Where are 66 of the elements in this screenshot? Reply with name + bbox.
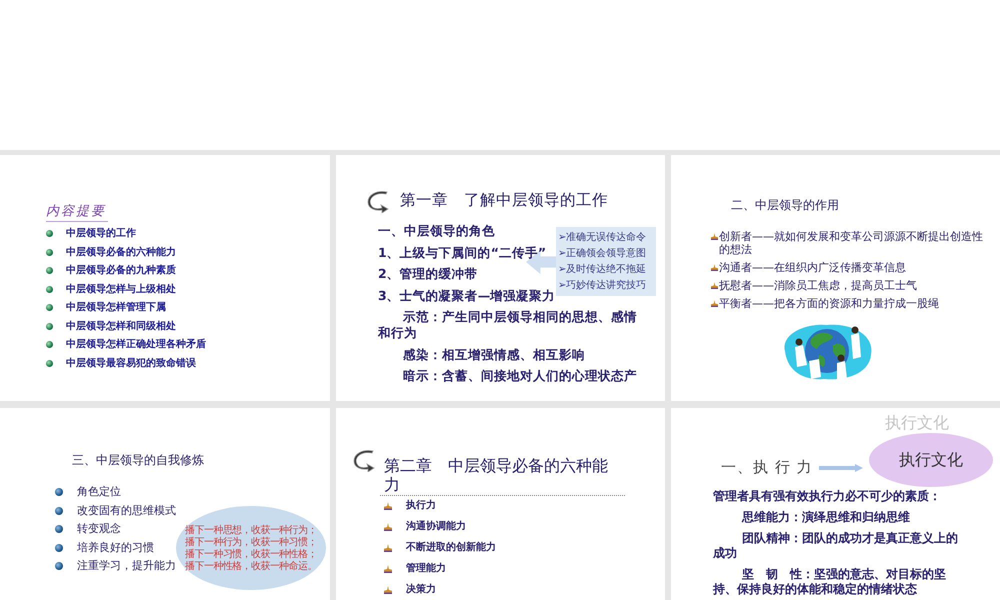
note-text: 播下一种行为，收获一种习惯； [185, 536, 317, 548]
list-item: 创新者——就如何发展和变革公司源源不断提出创造性的想法 [719, 230, 984, 256]
list-item: 注重学习，提升能力 [77, 559, 176, 574]
slide-text: 感染：相互增强情感、相互影响 [402, 346, 585, 362]
slide-text: 示范：产生同中层领导相同的思想、感情和行为 [378, 309, 638, 341]
slide-heading: 二、中层领导的作用 [730, 197, 840, 214]
curved-arrow-icon [352, 450, 376, 472]
pin-bullet-icon [384, 522, 392, 530]
list-item: 培养良好的习惯 [77, 540, 154, 555]
list-item: 中层领导怎样和同级相处 [66, 320, 176, 332]
pin-bullet-icon [384, 544, 392, 552]
slide-thumbnail[interactable] [671, 155, 1000, 401]
slide-thumbnail[interactable] [0, 155, 330, 401]
slide-text: 暗示：含蓄、间接地对人们的心理状态产 [402, 368, 637, 384]
pin-bullet-icon [711, 264, 718, 271]
list-item: 决策力 [406, 584, 436, 595]
pin-bullet-icon [711, 233, 718, 240]
slide-heading: 一、执 行 力 [721, 458, 813, 477]
curved-arrow-icon [366, 191, 390, 213]
list-item: 平衡者——把各方面的资源和力量拧成一股绳 [719, 297, 940, 310]
list-item: 抚慰者——消除员工焦虑，提高员工士气 [719, 279, 918, 292]
list-item: 中层领导必备的六种能力 [66, 246, 176, 258]
list-item: 中层领导最容易犯的致命错误 [66, 358, 196, 368]
list-item: 中层领导怎样管理下属 [66, 302, 166, 313]
chapter-title: 第一章 了解中层领导的工作 [400, 191, 608, 210]
list-item: 管理能力 [406, 563, 446, 574]
note-text: 播下一种习惯，收获一种性格； [185, 548, 317, 560]
callout-item: ➢准确无误传达命令 [558, 232, 647, 243]
list-item: 转变观念 [77, 522, 121, 536]
list-item: 沟通协调能力 [406, 521, 466, 532]
pin-bullet-icon [384, 502, 392, 510]
faded-text: 执行文化 [885, 414, 949, 432]
list-item: 中层领导必备的九种素质 [66, 265, 176, 276]
slide-text: 1、上级与下属间的“二传手” [378, 244, 546, 260]
slide-thumbnail[interactable] [336, 155, 665, 401]
slide-text: 管理者具有强有效执行力必不可少的素质： [713, 489, 942, 504]
pin-bullet-icon [711, 300, 718, 307]
slide-text: 团队精神：团队的成功才是真正意义上的成功 [713, 531, 959, 561]
chapter-title: 第二章 中层领导必备的六种能力 [384, 456, 609, 494]
list-item: 中层领导的工作 [66, 228, 136, 239]
pin-bullet-icon [384, 564, 392, 572]
callout-item: ➢巧妙传达讲究技巧 [558, 280, 647, 291]
slide-text: 3、士气的凝聚者—增强凝聚力 [378, 288, 556, 304]
arrow-icon [818, 464, 863, 472]
note-text: 播下一种思想，收获一种行为； [185, 524, 317, 536]
slide-text: 一、中层领导的角色 [378, 223, 495, 239]
callout-item: ➢正确领会领导意图 [558, 248, 647, 259]
list-item: 执行力 [406, 500, 436, 511]
slide-heading: 三、中层领导的自我修炼 [71, 452, 205, 469]
pin-bullet-icon [711, 282, 718, 289]
slide-heading: 内容提要 [46, 202, 108, 222]
slide-text: 思维能力：演绎思维和归纳思维 [740, 510, 911, 525]
list-item: 沟通者——在组织内广泛传播变革信息 [719, 261, 907, 274]
slide-thumbnail[interactable] [0, 0, 1000, 150]
list-item: 中层领导怎样与上级相处 [66, 284, 176, 294]
slide-text: 坚 韧 性：坚强的意志、对目标的坚持、保持良好的体能和稳定的情绪状态 [713, 567, 947, 597]
slide-thumbnail[interactable] [671, 408, 1000, 600]
list-item: 改变固有的思维模式 [77, 504, 176, 518]
callout-item: ➢及时传达绝不拖延 [558, 264, 647, 275]
slide-thumbnail[interactable] [336, 408, 665, 600]
note-text: 播下一种性格，收获一种命运。 [185, 560, 317, 572]
list-item: 中层领导怎样正确处理各种矛盾 [66, 339, 206, 350]
slide-text: 2、管理的缓冲带 [378, 266, 478, 282]
list-item: 不断进取的创新能力 [406, 542, 496, 553]
list-item: 角色定位 [77, 485, 121, 500]
pin-bullet-icon [384, 586, 392, 594]
